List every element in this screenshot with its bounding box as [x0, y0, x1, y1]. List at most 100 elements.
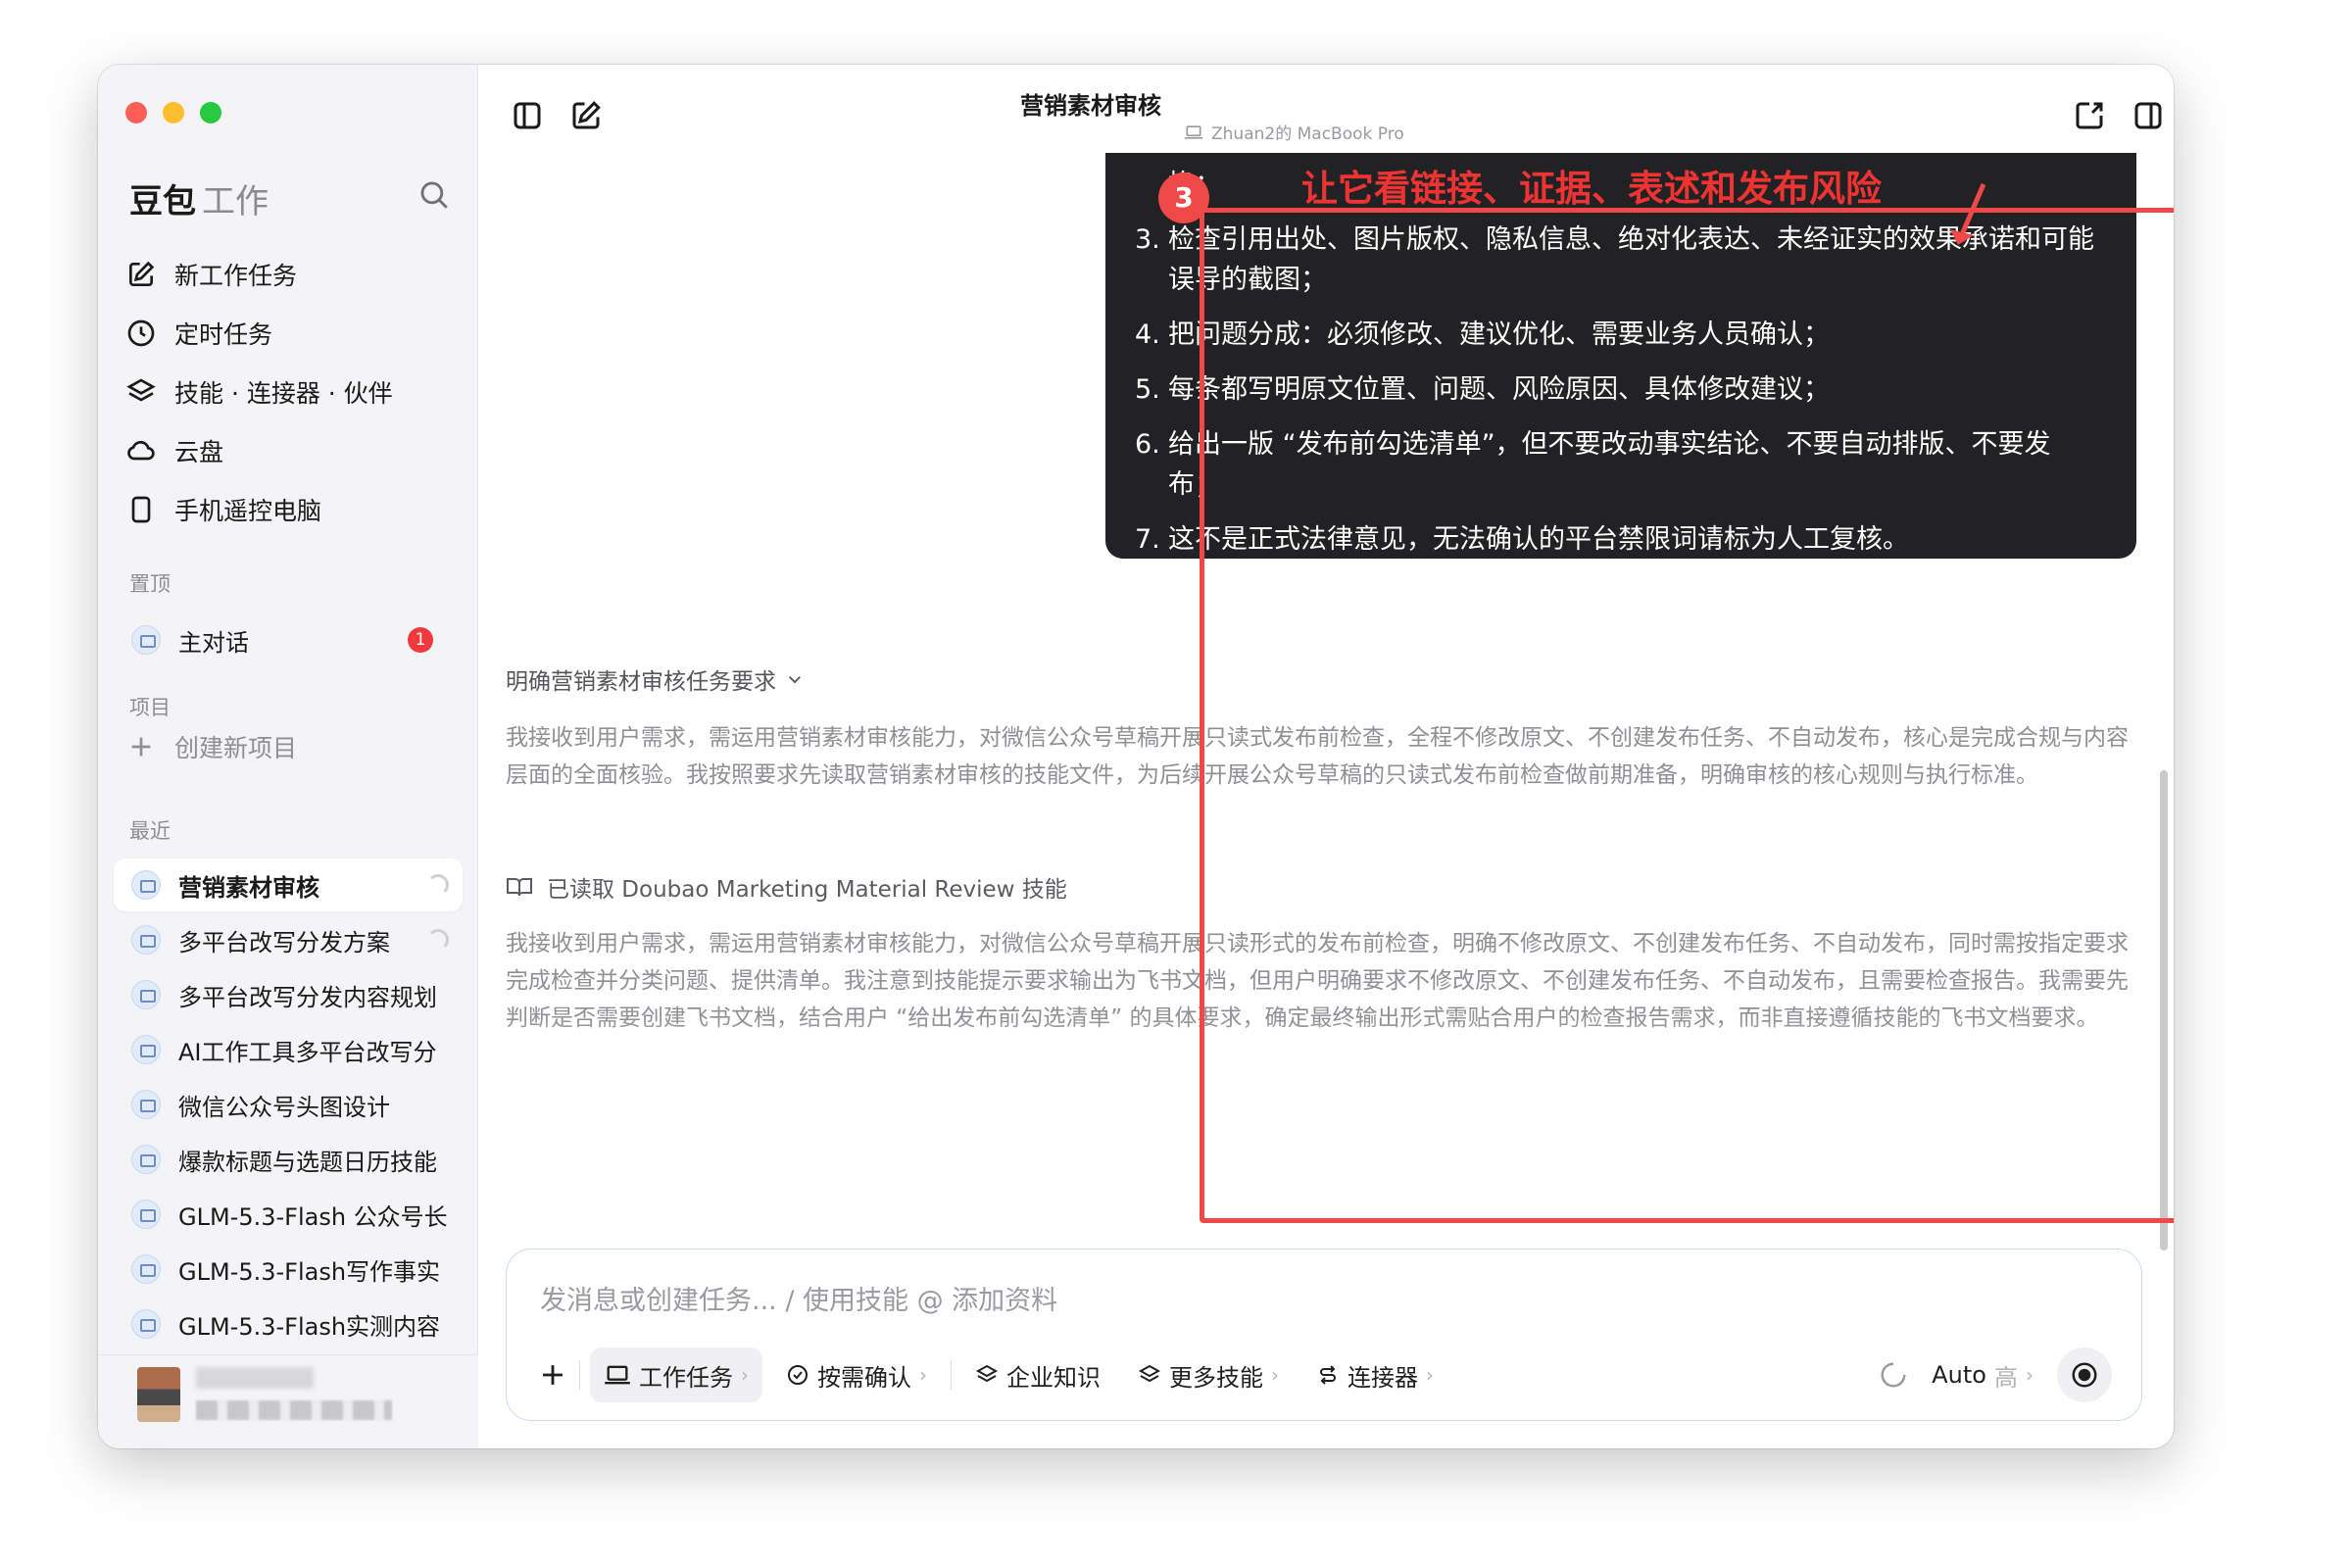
nav-label: 定时任务	[174, 320, 273, 349]
recent-item[interactable]: 营销素材审核	[114, 858, 463, 911]
connector-icon	[1320, 1365, 1336, 1385]
close-window-button[interactable]	[125, 102, 147, 123]
recent-item[interactable]: GLM-5.3-Flash写作事实	[114, 1243, 463, 1296]
recent-item[interactable]: AI工作工具多平台改写分	[114, 1023, 463, 1076]
chip-label: 连接器	[1348, 1363, 1418, 1392]
cloud-icon	[127, 440, 155, 461]
chip-label: 工作任务	[639, 1363, 733, 1392]
pinned-label: 置顶	[129, 572, 171, 596]
chevron-down-icon	[789, 676, 801, 684]
clock-icon	[127, 319, 155, 347]
chevron-right-icon: ›	[1271, 1363, 1279, 1387]
device-name: Zhuan2的 MacBook Pro	[1211, 124, 1404, 144]
skill-read-label: 已读取 Doubao Marketing Material Review 技能	[547, 877, 1067, 903]
layers-icon	[126, 378, 156, 402]
check-circle-icon	[788, 1365, 808, 1385]
chip-label: 企业知识	[1006, 1363, 1101, 1392]
message-input[interactable]: 发消息或创建任务... / 使用技能 @ 添加资料	[540, 1279, 1057, 1317]
recent-label-text: 营销素材审核	[178, 873, 319, 902]
chat-icon	[131, 625, 161, 655]
laptop-icon	[131, 1309, 161, 1339]
recent-item[interactable]: 爆款标题与选题日历技能	[114, 1133, 463, 1186]
phone-icon	[131, 496, 151, 523]
loading-icon	[1881, 1362, 1906, 1388]
connectors-chip[interactable]: 连接器 ›	[1302, 1348, 1447, 1402]
composer-toolbar: 工作任务 › 按需确认 › 企业知识 更多技能 › 连接器 › Auto 高 ›	[536, 1348, 2112, 1402]
layers-icon	[975, 1364, 999, 1383]
page-title[interactable]: 营销素材审核	[1020, 86, 1161, 121]
projects-label: 项目	[129, 696, 171, 719]
item-number: 5.	[1135, 374, 1160, 405]
thinking-toggle[interactable]: 明确营销素材审核任务要求	[506, 662, 804, 696]
laptop-icon	[131, 1254, 161, 1284]
window-controls	[125, 102, 221, 123]
annotation-arrow-icon	[1950, 183, 1986, 245]
loading-icon	[427, 929, 449, 951]
search-icon[interactable]	[417, 178, 451, 212]
zoom-window-button[interactable]	[200, 102, 221, 123]
recent-item[interactable]: 多平台改写分发方案	[114, 913, 463, 966]
nav-label: 手机遥控电脑	[174, 497, 322, 525]
annotation-highlight-box	[1200, 208, 2174, 1223]
recent-label-text: 微信公众号头图设计	[178, 1093, 390, 1121]
chevron-right-icon: ›	[919, 1363, 927, 1387]
plus-icon[interactable]	[536, 1358, 569, 1392]
minimize-window-button[interactable]	[163, 102, 184, 123]
chevron-right-icon: ›	[2026, 1363, 2034, 1387]
item-number: 7.	[1135, 524, 1160, 555]
layers-icon	[1138, 1364, 1161, 1383]
enterprise-knowledge-chip[interactable]: 企业知识	[961, 1348, 1114, 1402]
more-skills-chip[interactable]: 更多技能 ›	[1124, 1348, 1293, 1402]
skill-read-status[interactable]: 已读取 Doubao Marketing Material Review 技能	[506, 870, 1067, 904]
item-number: 6.	[1135, 429, 1160, 460]
model-level: 高	[1994, 1363, 2018, 1392]
recent-label-text: 多平台改写分发内容规划	[178, 983, 437, 1011]
nav-cloud[interactable]: 云盘	[125, 429, 223, 472]
brand-main: 豆包	[129, 182, 196, 221]
laptop-icon	[131, 925, 161, 955]
nav-scheduled-task[interactable]: 定时任务	[125, 312, 272, 355]
right-panel-toggle-icon[interactable]	[2131, 98, 2166, 133]
create-project-button[interactable]: 创建新项目	[125, 725, 297, 768]
recent-item[interactable]: 微信公众号头图设计	[114, 1078, 463, 1131]
recent-label-text: 爆款标题与选题日历技能	[178, 1148, 437, 1176]
stop-button[interactable]	[2057, 1348, 2112, 1402]
confirm-mode-chip[interactable]: 按需确认 ›	[772, 1348, 941, 1402]
thinking-title: 明确营销素材审核任务要求	[506, 669, 776, 695]
recent-item[interactable]: GLM-5.3-Flash 公众号长	[114, 1188, 463, 1241]
chevron-right-icon: ›	[741, 1363, 749, 1387]
unread-badge: 1	[408, 627, 433, 653]
share-window-icon[interactable]	[2072, 98, 2107, 133]
chip-label: 更多技能	[1169, 1363, 1263, 1392]
user-name-redacted	[196, 1367, 314, 1389]
title-bar: 营销素材审核	[478, 86, 2174, 121]
laptop-icon	[131, 1200, 161, 1229]
recent-label: 最近	[129, 819, 171, 843]
chevron-right-icon: ›	[1426, 1363, 1434, 1387]
work-task-chip[interactable]: 工作任务 ›	[590, 1348, 762, 1402]
stop-record-icon	[2072, 1362, 2097, 1388]
model-selector[interactable]: Auto 高 ›	[1918, 1348, 2047, 1402]
divider	[951, 1360, 952, 1390]
item-number: 3.	[1135, 224, 1160, 255]
recent-label-text: GLM-5.3-Flash 公众号长	[178, 1202, 448, 1231]
nav-new-task[interactable]: 新工作任务	[125, 253, 297, 296]
nav-skills[interactable]: 技能 · 连接器 · 伙伴	[125, 370, 393, 414]
annotation-caption: 让它看链接、证据、表述和发布风险	[1301, 168, 1882, 210]
laptop-icon	[131, 1145, 161, 1174]
nav-label: 新工作任务	[174, 262, 298, 290]
user-profile[interactable]	[98, 1354, 478, 1448]
book-icon	[507, 878, 532, 897]
laptop-icon	[605, 1365, 630, 1385]
pinned-main-chat[interactable]: 主对话 1	[114, 613, 463, 666]
avatar	[137, 1367, 180, 1422]
nav-remote[interactable]: 手机遥控电脑	[125, 488, 321, 531]
recent-label-text: AI工作工具多平台改写分	[178, 1038, 437, 1066]
recent-label-text: GLM-5.3-Flash写作事实	[178, 1257, 441, 1286]
recent-item[interactable]: 多平台改写分发内容规划	[114, 968, 463, 1021]
recent-item[interactable]: GLM-5.3-Flash实测内容	[114, 1298, 463, 1350]
message-composer[interactable]: 发消息或创建任务... / 使用技能 @ 添加资料 工作任务 › 按需确认 › 企业…	[506, 1249, 2142, 1421]
divider	[579, 1360, 580, 1390]
laptop-icon	[131, 980, 161, 1009]
plus-icon	[131, 737, 151, 757]
